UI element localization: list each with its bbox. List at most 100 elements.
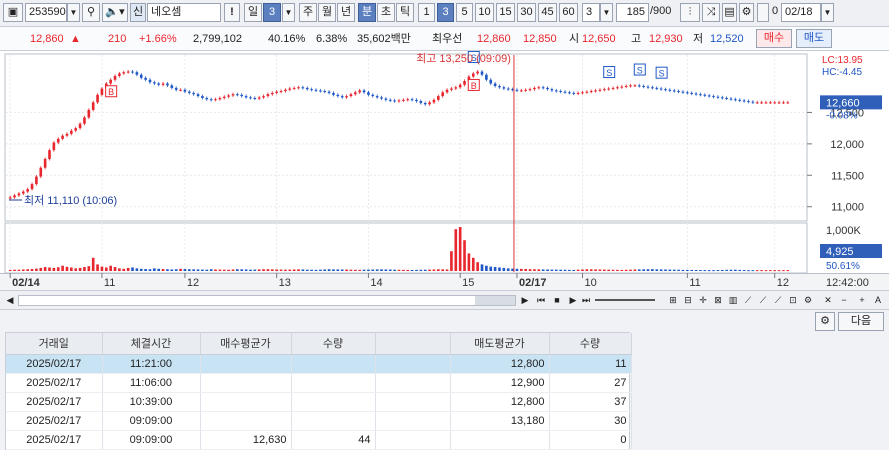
candle (83, 117, 86, 124)
candle (131, 71, 134, 73)
window-menu-icon[interactable]: ▣ (3, 3, 23, 22)
scroll-track[interactable] (18, 295, 516, 306)
save-icon[interactable]: ▤ (722, 3, 737, 22)
candlestick-chart[interactable]: BBSS S S 12,50012,00011,50011,000LC:13.95H… (0, 50, 889, 290)
speaker-icon[interactable]: 🔈▾ (102, 3, 128, 22)
interval-15[interactable]: 15 (496, 3, 515, 22)
candle (209, 99, 213, 101)
interval-dropdown-icon[interactable]: ▼ (600, 3, 613, 22)
price-chart[interactable]: BBSSSS 12,500 12,000 11,500 11,000 LC:13.95 H… (0, 50, 889, 290)
gear-icon[interactable]: ⚙ (739, 3, 754, 22)
high-price: 12,930 (649, 33, 683, 45)
layout-icon-2[interactable]: ⊟ (682, 294, 694, 306)
volume-bar (441, 269, 444, 271)
scroll-thumb[interactable] (475, 296, 515, 305)
zoom-reset-icon[interactable]: A (872, 294, 884, 306)
interval-input[interactable]: 3 (582, 3, 600, 22)
table-row[interactable]: 2025/02/17 09:09:00 12,630 44 0 (6, 430, 632, 450)
alert-icon[interactable]: ! (224, 3, 240, 22)
next-button[interactable]: 다음 (838, 312, 884, 331)
interval-3[interactable]: 3 (437, 3, 454, 22)
buy-button[interactable]: 매수 (756, 29, 792, 48)
lock-icon[interactable]: ⊡ (787, 294, 799, 306)
interval-60[interactable]: 60 (559, 3, 578, 22)
tab-period-day[interactable]: 일 (244, 3, 262, 22)
candle (734, 99, 737, 101)
interval-1[interactable]: 1 (418, 3, 435, 22)
candle-style-icon[interactable]: ⫶ (680, 3, 700, 22)
trend-icon-2[interactable]: ⟋ (757, 294, 769, 306)
stock-code-input[interactable]: 253590 (25, 3, 67, 22)
candle (773, 102, 777, 104)
volume-bar (340, 269, 344, 271)
date-input[interactable]: 02/18 (781, 3, 821, 22)
tab-period-month[interactable]: 월 (318, 3, 336, 22)
candle (253, 97, 257, 99)
candle (8, 197, 12, 199)
layout-icon-1[interactable]: ⊞ (667, 294, 679, 306)
tab-period-week[interactable]: 주 (299, 3, 317, 22)
candle (782, 102, 785, 104)
ruler-icon[interactable]: ▥ (727, 294, 739, 306)
col-sell-qty[interactable]: 수량 (549, 333, 632, 355)
tab-period-second[interactable]: 초 (377, 3, 395, 22)
stop-icon[interactable]: ■ (551, 294, 563, 306)
grid-icon[interactable]: ⊠ (712, 294, 724, 306)
col-exec-time[interactable]: 체결시간 (102, 333, 201, 355)
col-buy-avg[interactable]: 매수평균가 (200, 333, 292, 355)
candle (310, 89, 313, 91)
col-sell-avg[interactable]: 매도평균가 (450, 333, 550, 355)
last-page-icon[interactable]: ⏭ (580, 294, 592, 306)
candle (637, 85, 641, 87)
tab-period-tick[interactable]: 틱 (396, 3, 414, 22)
period-multiplier[interactable]: 3 (263, 3, 281, 22)
date-checkbox[interactable] (757, 3, 769, 22)
candle (375, 96, 379, 98)
interval-30[interactable]: 30 (517, 3, 536, 22)
calendar-dropdown-icon[interactable]: ▼ (821, 3, 834, 22)
zoom-slider[interactable] (595, 299, 655, 301)
tab-period-minute[interactable]: 분 (358, 3, 376, 22)
candle (690, 92, 694, 94)
col-buy-qty[interactable]: 수량 (291, 333, 376, 355)
trend-icon-3[interactable]: ⟋ (772, 294, 784, 306)
interval-45[interactable]: 45 (538, 3, 557, 22)
candle (524, 89, 528, 91)
crosshair-icon[interactable]: ✛ (697, 294, 709, 306)
trend-icon-1[interactable]: ⟋ (742, 294, 754, 306)
first-page-icon[interactable]: ⏮ (535, 294, 547, 306)
candle (192, 92, 195, 95)
stock-name-field[interactable]: 네오셈 (147, 3, 221, 22)
code-dropdown-icon[interactable]: ▼ (67, 3, 80, 22)
tab-period-year[interactable]: 년 (337, 3, 355, 22)
volume-bar (336, 269, 340, 271)
table-row[interactable]: 2025/02/17 10:39:00 12,800 37 (6, 392, 632, 412)
search-icon[interactable]: ⚲ (82, 3, 100, 22)
col-trade-date[interactable]: 거래일 (6, 333, 103, 355)
scroll-left-icon[interactable]: ◀ (4, 294, 16, 306)
volume-bar (249, 269, 252, 271)
table-row[interactable]: 2025/02/17 11:06:00 12,900 27 (6, 373, 632, 393)
table-row[interactable]: 2025/02/17 09:09:00 13,180 30 (6, 411, 632, 431)
interval-10[interactable]: 10 (475, 3, 494, 22)
table-row[interactable]: 2025/02/17 11:21:00 12,800 11 (6, 354, 632, 374)
buy-marker-label: B (471, 81, 477, 91)
settings-small-icon[interactable]: ⚙ (802, 294, 814, 306)
zoom-out-icon[interactable]: − (838, 294, 850, 306)
table-gear-icon[interactable]: ⚙ (815, 312, 835, 331)
data-count-input[interactable]: 185 (616, 3, 649, 22)
close-icon[interactable]: ✕ (822, 294, 834, 306)
indicator-icon[interactable]: ⤨ (702, 3, 720, 22)
volume-bar (161, 269, 165, 271)
turnover-rate: 6.38% (316, 33, 348, 45)
zoom-in-icon[interactable]: + (856, 294, 868, 306)
play-icon[interactable]: ▶ (567, 294, 579, 306)
sell-button[interactable]: 매도 (796, 29, 832, 48)
volume-bar (157, 268, 161, 271)
volume-bar (218, 269, 222, 271)
period-dropdown-icon[interactable]: ▼ (282, 3, 295, 22)
scroll-right-icon[interactable]: ▶ (519, 294, 531, 306)
candle (74, 128, 78, 131)
volume-bar (747, 270, 750, 272)
interval-5[interactable]: 5 (456, 3, 473, 22)
